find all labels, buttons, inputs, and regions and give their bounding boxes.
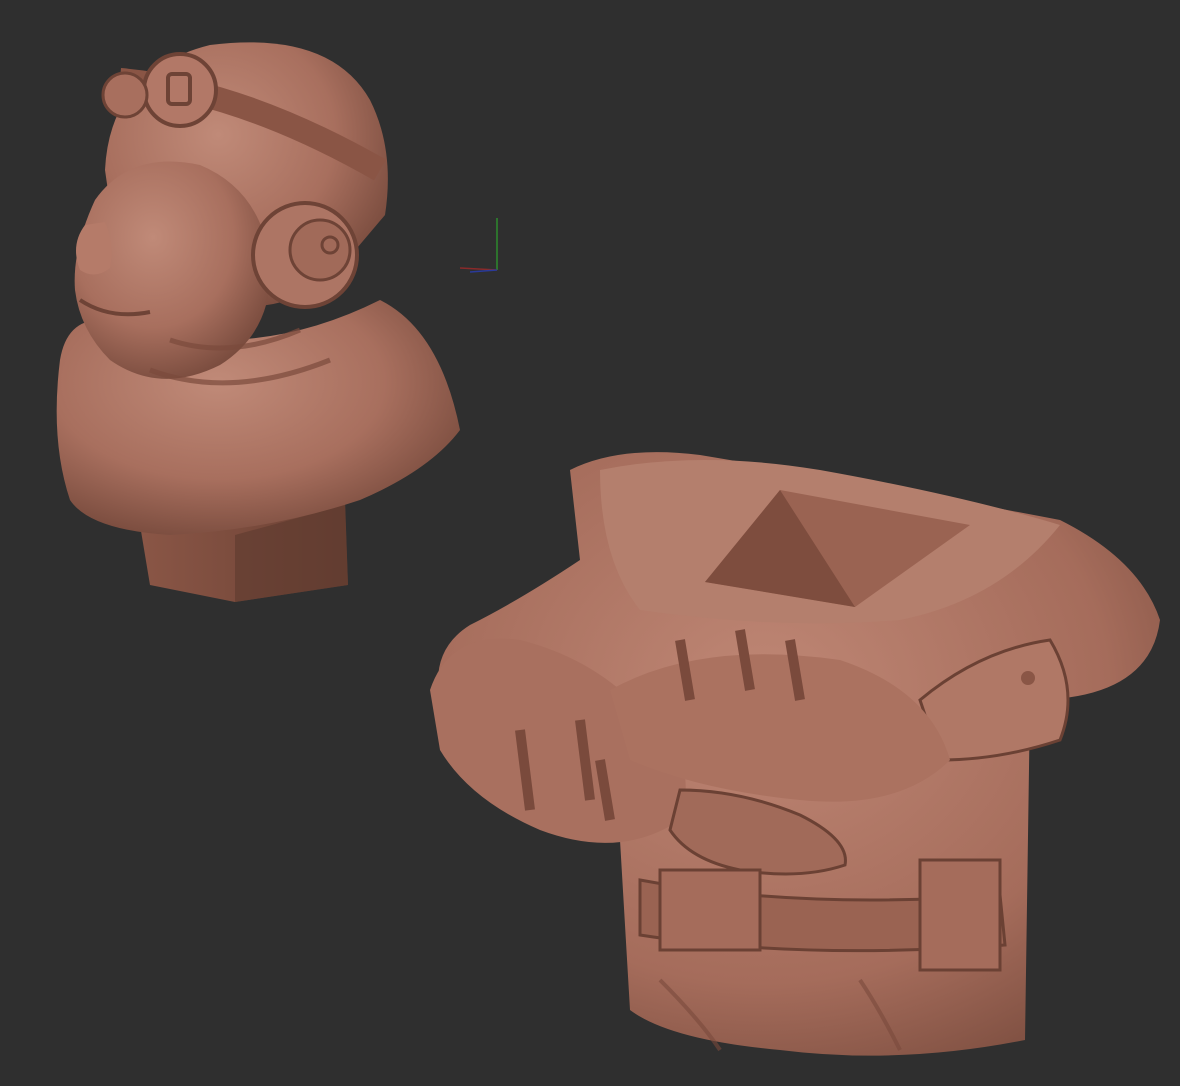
viewport-canvas[interactable]	[0, 0, 1180, 1086]
goggle-lens-1	[142, 52, 218, 128]
cuff-button	[1021, 671, 1035, 685]
belt-pouch-right	[918, 858, 1002, 972]
torso-model[interactable]	[430, 452, 1160, 1056]
head-bust-model[interactable]	[56, 42, 461, 602]
belt-pouch-left	[658, 868, 762, 952]
gizmo-z-axis	[469, 269, 498, 273]
head-nose	[76, 222, 112, 275]
head-earcup-inner	[288, 218, 352, 282]
axis-gizmo-icon[interactable]	[459, 218, 498, 273]
goggle-lens-2	[101, 71, 149, 119]
3d-viewport[interactable]	[0, 0, 1180, 1086]
